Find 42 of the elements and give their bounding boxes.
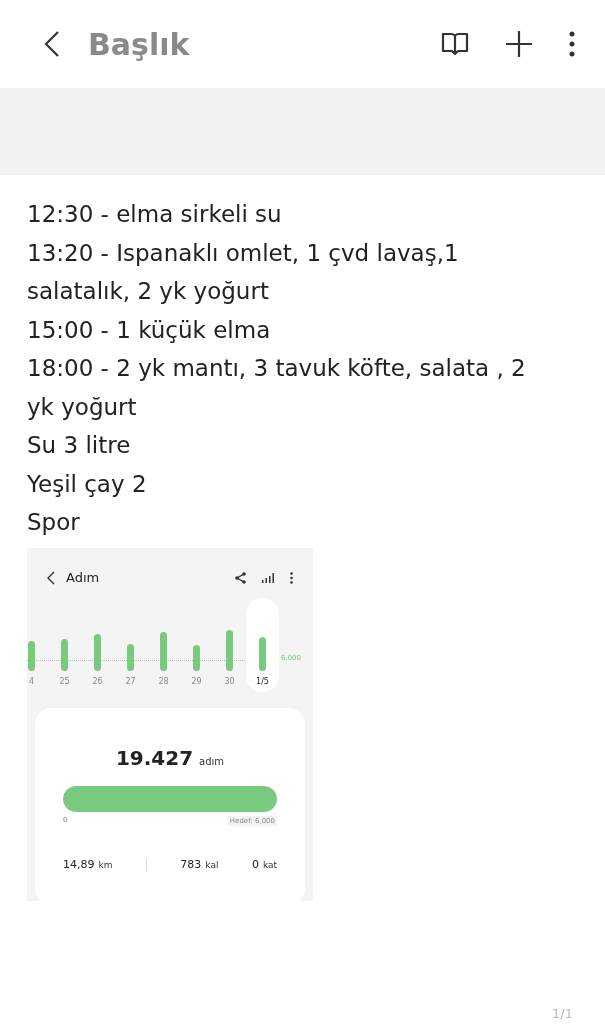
stat-value: 783 bbox=[180, 858, 202, 871]
note-text-line: Su 3 litre bbox=[27, 431, 132, 460]
step-bar bbox=[127, 643, 134, 671]
stat-unit: km bbox=[98, 860, 113, 870]
step-bar bbox=[160, 631, 167, 671]
day-label: 28 bbox=[158, 676, 169, 686]
back-icon[interactable] bbox=[47, 570, 56, 585]
stat-unit: kal bbox=[205, 860, 219, 870]
step-bar bbox=[259, 636, 266, 671]
bar-chart-icon[interactable] bbox=[262, 572, 274, 583]
page-indicator: 1/1 bbox=[552, 1006, 573, 1022]
add-icon[interactable] bbox=[505, 30, 533, 58]
note-text-line: Yeşil çay 2 bbox=[27, 469, 148, 499]
step-bar bbox=[193, 644, 200, 671]
step-bar bbox=[226, 629, 233, 671]
day-label: 27 bbox=[125, 676, 136, 686]
day-label: 25 bbox=[59, 676, 70, 686]
screen-title: Adım bbox=[66, 570, 101, 585]
book-icon[interactable] bbox=[441, 31, 469, 57]
step-bar bbox=[61, 638, 68, 671]
day-label: 29 bbox=[191, 676, 202, 686]
note-text-line: 18:00 - 2 yk mantı, 3 tavuk köfte, salata , 2 yk yoğurt bbox=[27, 354, 527, 422]
step-unit: adım bbox=[199, 755, 225, 767]
more-icon[interactable] bbox=[290, 571, 293, 584]
stat-unit: kat bbox=[262, 860, 277, 870]
note-text-line: Spor bbox=[27, 508, 81, 537]
note-text-line: 12:30 - elma sirkeli su bbox=[27, 200, 283, 229]
step-count: 19.427 bbox=[115, 745, 194, 770]
day-label: 26 bbox=[92, 676, 103, 686]
day-label: 1/5 bbox=[256, 676, 269, 686]
stat-value: 14,89 bbox=[63, 858, 95, 871]
selected-day-highlight[interactable]: 1/5 bbox=[246, 597, 279, 692]
step-bar bbox=[94, 633, 101, 671]
back-icon[interactable] bbox=[42, 29, 62, 59]
more-icon[interactable] bbox=[569, 31, 575, 57]
day-label: 30 bbox=[224, 676, 235, 686]
note-text-line: 15:00 - 1 küçük elma bbox=[27, 315, 272, 345]
stat-value: 0 bbox=[251, 858, 259, 871]
step-bar bbox=[28, 640, 35, 671]
share-icon[interactable] bbox=[235, 571, 246, 584]
note-text-line: 13:20 - Ispanaklı omlet, 1 çvd lavaş,1 salatalık, 2 yk yoğurt bbox=[27, 238, 460, 306]
day-label: 4 bbox=[28, 676, 35, 686]
